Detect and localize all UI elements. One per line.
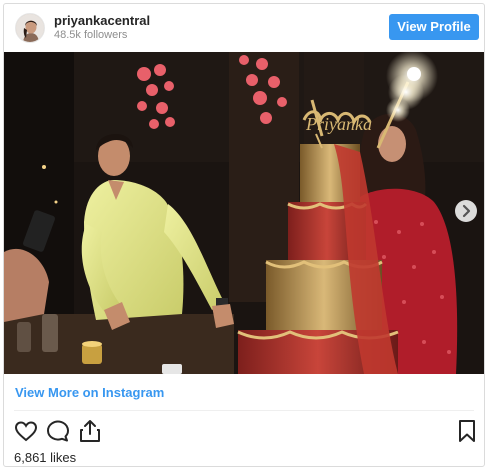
divider [14, 410, 474, 411]
username[interactable]: priyankacentral [54, 13, 150, 28]
avatar[interactable] [15, 13, 45, 43]
next-photo-button[interactable] [455, 200, 477, 222]
like-count: 6,861 likes [14, 450, 77, 465]
heart-icon [14, 421, 38, 442]
view-more-link[interactable]: View More on Instagram [15, 385, 164, 400]
birthday-party-photo: Priyanka [4, 52, 484, 374]
view-profile-button[interactable]: View Profile [389, 14, 479, 40]
share-button[interactable] [77, 418, 103, 444]
instagram-embed-card: priyankacentral 48.5k followers View Pro… [3, 3, 485, 467]
avatar-image [16, 14, 44, 42]
save-button[interactable] [454, 418, 480, 444]
bookmark-icon [459, 420, 475, 442]
share-icon [80, 420, 100, 442]
action-bar [4, 418, 484, 446]
post-photo[interactable]: Priyanka [4, 52, 484, 374]
comment-button[interactable] [45, 418, 71, 444]
chevron-right-icon [462, 204, 471, 218]
comment-icon [47, 420, 69, 442]
like-button[interactable] [13, 418, 39, 444]
follower-count: 48.5k followers [54, 29, 128, 41]
cake-topper-text: Priyanka [305, 114, 372, 134]
post-header: priyankacentral 48.5k followers View Pro… [4, 4, 484, 52]
